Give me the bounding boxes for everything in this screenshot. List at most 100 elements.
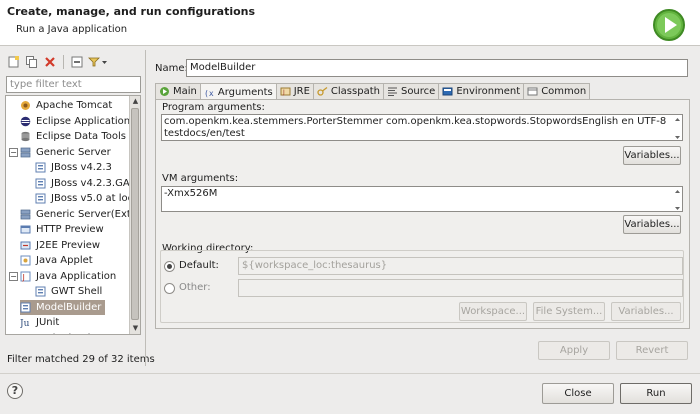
tree-scrollbar[interactable]: ▲ ▼ (129, 96, 140, 334)
svg-text:(x): (x) (204, 89, 215, 98)
program-args-field[interactable]: com.openkm.kea.stemmers.PorterStemmer co… (161, 114, 683, 141)
duplicate-config-icon[interactable] (24, 54, 40, 70)
tree-item-label: Java Application (36, 270, 117, 282)
filter-input[interactable]: type filter text (6, 76, 141, 93)
delete-config-icon[interactable] (42, 54, 58, 70)
java-app-icon: J (20, 271, 31, 282)
environment-icon (442, 86, 453, 97)
program-args-label: Program arguments: (162, 102, 265, 113)
tree-item[interactable]: JBoss v4.2.3 (35, 160, 112, 175)
collapse-all-icon[interactable] (69, 54, 85, 70)
collapse-toggle-icon[interactable]: − (9, 147, 18, 157)
tree-item[interactable]: Ju JUnit Plug-in Test (20, 331, 120, 336)
tree-item[interactable]: GWT Shell (35, 284, 102, 299)
tab-label: Arguments (217, 86, 273, 98)
tree-item[interactable]: Generic Server (20, 145, 111, 160)
help-icon[interactable]: ? (7, 383, 23, 399)
tab-label: JRE (293, 86, 310, 97)
tree-item[interactable]: J2EE Preview (20, 238, 100, 253)
config-icon (35, 193, 46, 204)
tab-arguments[interactable]: (x)Arguments (199, 83, 277, 100)
tree-item-label: Eclipse Data Tools (36, 131, 126, 142)
tab-jre[interactable]: J JRE (275, 83, 314, 99)
filter-status: Filter matched 29 of 32 items (7, 354, 155, 365)
revert-button[interactable]: Revert (616, 341, 688, 360)
scroll-up-icon[interactable]: ▲ (130, 96, 140, 107)
svg-text:Ju: Ju (20, 335, 30, 336)
tree-item[interactable]: Apache Tomcat (20, 98, 112, 113)
collapse-toggle-icon[interactable]: − (9, 271, 18, 281)
other-dir-radio[interactable] (164, 283, 175, 294)
apply-button[interactable]: Apply (538, 341, 610, 360)
tab-classpath[interactable]: Classpath (312, 83, 384, 99)
vm-args-label: VM arguments: (162, 173, 239, 184)
dialog-title: Create, manage, and run configurations (7, 5, 256, 18)
program-args-text: com.openkm.kea.stemmers.PorterStemmer co… (164, 116, 667, 139)
scroll-down-icon[interactable]: ▼ (130, 323, 140, 334)
scroll-thumb[interactable] (131, 108, 139, 320)
main-icon (159, 86, 170, 97)
tab-label: Common (541, 86, 587, 97)
tree-item-label: Apache Tomcat (36, 100, 113, 111)
tree-item-label: GWT Shell (51, 286, 103, 297)
jre-icon: J (280, 86, 291, 97)
tree-item[interactable]: JBoss v4.2.3.GA-Op (35, 176, 140, 191)
vm-args-scrollbar[interactable] (673, 187, 682, 211)
tab-source[interactable]: Source (382, 83, 440, 99)
tab-main[interactable]: Main (155, 83, 201, 99)
run-button[interactable]: Run (620, 383, 692, 404)
config-icon (35, 162, 46, 173)
http-icon (20, 224, 31, 235)
tree-item[interactable]: ModelBuilder (20, 299, 106, 315)
program-args-scrollbar[interactable] (673, 115, 682, 140)
svg-text:J: J (22, 273, 25, 282)
tree-item[interactable]: JBoss v5.0 at local (35, 191, 141, 206)
common-icon (527, 86, 538, 97)
dialog-subtitle: Run a Java application (16, 24, 128, 35)
tree-item-label: JBoss v5.0 at local (51, 193, 141, 204)
filter-menu-icon[interactable] (87, 54, 109, 70)
workspace-button[interactable]: Workspace... (459, 302, 527, 321)
classpath-icon (317, 86, 328, 97)
run-logo-icon (653, 9, 685, 41)
tree-item[interactable]: Eclipse Application (20, 114, 130, 129)
tree-item-label: JUnit (36, 317, 60, 328)
vm-args-field[interactable]: -Xmx526M (161, 186, 683, 212)
name-field[interactable]: ModelBuilder (186, 59, 688, 77)
config-icon (35, 286, 46, 297)
tree-item-label: JBoss v4.2.3 (51, 162, 112, 173)
tree-item-label: Generic Server (36, 146, 111, 158)
dialog-header: Create, manage, and run configurations R… (0, 0, 700, 46)
tab-environment[interactable]: Environment (438, 83, 525, 99)
applet-icon (20, 255, 31, 266)
junit-icon: Ju (20, 317, 31, 328)
program-variables-button[interactable]: Variables... (623, 146, 681, 165)
tree-item-label: JUnit Plug-in Test (36, 333, 120, 335)
tree-item[interactable]: Eclipse Data Tools (20, 129, 126, 144)
name-label: Name: (155, 63, 188, 74)
close-button[interactable]: Close (542, 383, 614, 404)
new-config-icon[interactable] (6, 54, 22, 70)
tree-item[interactable]: Generic Server(Exten (20, 207, 140, 222)
tree-item[interactable]: J Java Application (20, 269, 116, 284)
eclipse-icon (20, 116, 31, 127)
svg-text:J: J (282, 89, 285, 96)
tree-item[interactable]: Ju JUnit (20, 315, 59, 330)
default-dir-radio[interactable] (164, 261, 175, 272)
panel-divider[interactable] (145, 50, 146, 366)
junit-icon: Ju (20, 333, 31, 336)
working-variables-button[interactable]: Variables... (611, 302, 681, 321)
other-dir-label: Other: (179, 282, 211, 293)
j2ee-icon (20, 240, 31, 251)
source-icon (387, 86, 398, 97)
tomcat-icon (20, 100, 31, 111)
vm-variables-button[interactable]: Variables... (623, 215, 681, 234)
vm-args-text: -Xmx526M (164, 188, 218, 199)
tree-item[interactable]: HTTP Preview (20, 222, 104, 237)
config-tree: Apache Tomcat Eclipse Application Eclipse … (5, 95, 141, 335)
config-icon (20, 302, 31, 313)
tree-item[interactable]: Java Applet (20, 253, 93, 268)
tab-common[interactable]: Common (523, 83, 591, 99)
tab-label: Classpath (330, 86, 380, 97)
file-system-button[interactable]: File System... (533, 302, 605, 321)
